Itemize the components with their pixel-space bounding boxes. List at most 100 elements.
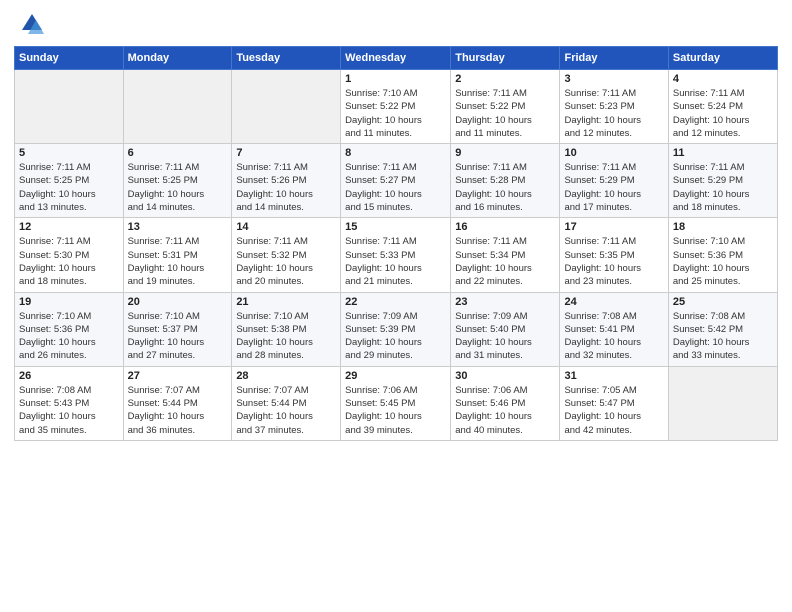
day-number: 15	[345, 221, 446, 233]
logo	[14, 10, 48, 40]
calendar-cell: 22 Sunrise: 7:09 AM Sunset: 5:39 PM Dayli…	[341, 292, 451, 366]
calendar-header-row: SundayMondayTuesdayWednesdayThursdayFrid…	[15, 47, 778, 70]
calendar-cell: 1Sunrise: 7:10 AM Sunset: 5:22 PM Daylig…	[341, 70, 451, 144]
day-number: 9	[455, 147, 555, 159]
day-number: 3	[564, 73, 663, 85]
calendar-cell: 23Sunrise: 7:09 AM Sunset: 5:40 PM Dayli…	[451, 292, 560, 366]
day-number: 20	[128, 296, 228, 308]
day-number: 24	[564, 296, 663, 308]
day-number: 25	[673, 296, 773, 308]
day-detail: Sunrise: 7:10 AM Sunset: 5:38 PM Dayligh…	[236, 310, 336, 363]
day-detail: Sunrise: 7:11 AM Sunset: 5:25 PM Dayligh…	[128, 161, 228, 214]
day-detail: Sunrise: 7:08 AM Sunset: 5:43 PM Dayligh…	[19, 384, 119, 437]
calendar-week-row: 1Sunrise: 7:10 AM Sunset: 5:22 PM Daylig…	[15, 70, 778, 144]
calendar-cell: 31 Sunrise: 7:05 AM Sunset: 5:47 PM Dayli…	[560, 366, 668, 440]
day-number: 12	[19, 221, 119, 233]
day-of-week-header: Monday	[123, 47, 232, 70]
day-number: 5	[19, 147, 119, 159]
day-of-week-header: Saturday	[668, 47, 777, 70]
calendar-cell: 4 Sunrise: 7:11 AM Sunset: 5:24 PM Daylig…	[668, 70, 777, 144]
day-detail: Sunrise: 7:08 AM Sunset: 5:42 PM Dayligh…	[673, 310, 773, 363]
calendar-cell: 15 Sunrise: 7:11 AM Sunset: 5:33 PM Dayli…	[341, 218, 451, 292]
day-detail: Sunrise: 7:11 AM Sunset: 5:28 PM Dayligh…	[455, 161, 555, 214]
day-detail: Sunrise: 7:11 AM Sunset: 5:25 PM Dayligh…	[19, 161, 119, 214]
day-number: 19	[19, 296, 119, 308]
calendar-cell: 24Sunrise: 7:08 AM Sunset: 5:41 PM Dayli…	[560, 292, 668, 366]
day-detail: Sunrise: 7:11 AM Sunset: 5:31 PM Dayligh…	[128, 235, 228, 288]
day-detail: Sunrise: 7:10 AM Sunset: 5:36 PM Dayligh…	[19, 310, 119, 363]
header	[14, 10, 778, 40]
calendar-cell: 20 Sunrise: 7:10 AM Sunset: 5:37 PM Dayli…	[123, 292, 232, 366]
calendar-cell	[668, 366, 777, 440]
calendar-week-row: 26 Sunrise: 7:08 AM Sunset: 5:43 PM Dayli…	[15, 366, 778, 440]
calendar-cell: 11 Sunrise: 7:11 AM Sunset: 5:29 PM Dayli…	[668, 144, 777, 218]
day-number: 10	[564, 147, 663, 159]
calendar-cell: 5 Sunrise: 7:11 AM Sunset: 5:25 PM Daylig…	[15, 144, 124, 218]
day-detail: Sunrise: 7:11 AM Sunset: 5:29 PM Dayligh…	[564, 161, 663, 214]
day-number: 31	[564, 370, 663, 382]
day-number: 13	[128, 221, 228, 233]
day-number: 30	[455, 370, 555, 382]
calendar-cell: 13 Sunrise: 7:11 AM Sunset: 5:31 PM Dayli…	[123, 218, 232, 292]
calendar-cell	[123, 70, 232, 144]
day-detail: Sunrise: 7:06 AM Sunset: 5:45 PM Dayligh…	[345, 384, 446, 437]
day-detail: Sunrise: 7:10 AM Sunset: 5:36 PM Dayligh…	[673, 235, 773, 288]
day-detail: Sunrise: 7:06 AM Sunset: 5:46 PM Dayligh…	[455, 384, 555, 437]
day-number: 18	[673, 221, 773, 233]
calendar-cell: 30 Sunrise: 7:06 AM Sunset: 5:46 PM Dayli…	[451, 366, 560, 440]
day-detail: Sunrise: 7:11 AM Sunset: 5:32 PM Dayligh…	[236, 235, 336, 288]
day-number: 1	[345, 73, 446, 85]
day-number: 6	[128, 147, 228, 159]
day-detail: Sunrise: 7:07 AM Sunset: 5:44 PM Dayligh…	[128, 384, 228, 437]
day-detail: Sunrise: 7:11 AM Sunset: 5:33 PM Dayligh…	[345, 235, 446, 288]
calendar-cell: 9 Sunrise: 7:11 AM Sunset: 5:28 PM Daylig…	[451, 144, 560, 218]
day-of-week-header: Friday	[560, 47, 668, 70]
day-detail: Sunrise: 7:09 AM Sunset: 5:39 PM Dayligh…	[345, 310, 446, 363]
day-detail: Sunrise: 7:09 AM Sunset: 5:40 PM Dayligh…	[455, 310, 555, 363]
day-number: 8	[345, 147, 446, 159]
calendar-cell: 27 Sunrise: 7:07 AM Sunset: 5:44 PM Dayli…	[123, 366, 232, 440]
calendar-cell: 7Sunrise: 7:11 AM Sunset: 5:26 PM Daylig…	[232, 144, 341, 218]
calendar-cell: 6 Sunrise: 7:11 AM Sunset: 5:25 PM Daylig…	[123, 144, 232, 218]
calendar-week-row: 19 Sunrise: 7:10 AM Sunset: 5:36 PM Dayli…	[15, 292, 778, 366]
calendar-cell: 25 Sunrise: 7:08 AM Sunset: 5:42 PM Dayli…	[668, 292, 777, 366]
calendar-cell: 3Sunrise: 7:11 AM Sunset: 5:23 PM Daylig…	[560, 70, 668, 144]
calendar-week-row: 12 Sunrise: 7:11 AM Sunset: 5:30 PM Dayli…	[15, 218, 778, 292]
day-number: 17	[564, 221, 663, 233]
day-number: 14	[236, 221, 336, 233]
calendar-cell: 8 Sunrise: 7:11 AM Sunset: 5:27 PM Daylig…	[341, 144, 451, 218]
calendar-cell: 10 Sunrise: 7:11 AM Sunset: 5:29 PM Dayli…	[560, 144, 668, 218]
day-number: 4	[673, 73, 773, 85]
day-number: 22	[345, 296, 446, 308]
calendar-cell	[15, 70, 124, 144]
calendar-cell: 12 Sunrise: 7:11 AM Sunset: 5:30 PM Dayli…	[15, 218, 124, 292]
day-number: 29	[345, 370, 446, 382]
day-number: 21	[236, 296, 336, 308]
day-detail: Sunrise: 7:11 AM Sunset: 5:24 PM Dayligh…	[673, 87, 773, 140]
logo-icon	[14, 10, 44, 40]
calendar-cell: 18 Sunrise: 7:10 AM Sunset: 5:36 PM Dayli…	[668, 218, 777, 292]
day-detail: Sunrise: 7:10 AM Sunset: 5:37 PM Dayligh…	[128, 310, 228, 363]
day-detail: Sunrise: 7:11 AM Sunset: 5:29 PM Dayligh…	[673, 161, 773, 214]
calendar-cell: 29 Sunrise: 7:06 AM Sunset: 5:45 PM Dayli…	[341, 366, 451, 440]
day-detail: Sunrise: 7:11 AM Sunset: 5:22 PM Dayligh…	[455, 87, 555, 140]
day-detail: Sunrise: 7:05 AM Sunset: 5:47 PM Dayligh…	[564, 384, 663, 437]
day-number: 28	[236, 370, 336, 382]
calendar-table: SundayMondayTuesdayWednesdayThursdayFrid…	[14, 46, 778, 441]
day-number: 16	[455, 221, 555, 233]
day-detail: Sunrise: 7:07 AM Sunset: 5:44 PM Dayligh…	[236, 384, 336, 437]
day-detail: Sunrise: 7:11 AM Sunset: 5:26 PM Dayligh…	[236, 161, 336, 214]
calendar-cell: 2Sunrise: 7:11 AM Sunset: 5:22 PM Daylig…	[451, 70, 560, 144]
day-detail: Sunrise: 7:11 AM Sunset: 5:34 PM Dayligh…	[455, 235, 555, 288]
day-of-week-header: Thursday	[451, 47, 560, 70]
page: SundayMondayTuesdayWednesdayThursdayFrid…	[0, 0, 792, 612]
day-of-week-header: Sunday	[15, 47, 124, 70]
day-detail: Sunrise: 7:11 AM Sunset: 5:27 PM Dayligh…	[345, 161, 446, 214]
day-number: 26	[19, 370, 119, 382]
day-detail: Sunrise: 7:11 AM Sunset: 5:30 PM Dayligh…	[19, 235, 119, 288]
day-number: 27	[128, 370, 228, 382]
calendar-cell: 21 Sunrise: 7:10 AM Sunset: 5:38 PM Dayli…	[232, 292, 341, 366]
calendar-cell: 16 Sunrise: 7:11 AM Sunset: 5:34 PM Dayli…	[451, 218, 560, 292]
day-number: 11	[673, 147, 773, 159]
calendar-cell: 26 Sunrise: 7:08 AM Sunset: 5:43 PM Dayli…	[15, 366, 124, 440]
